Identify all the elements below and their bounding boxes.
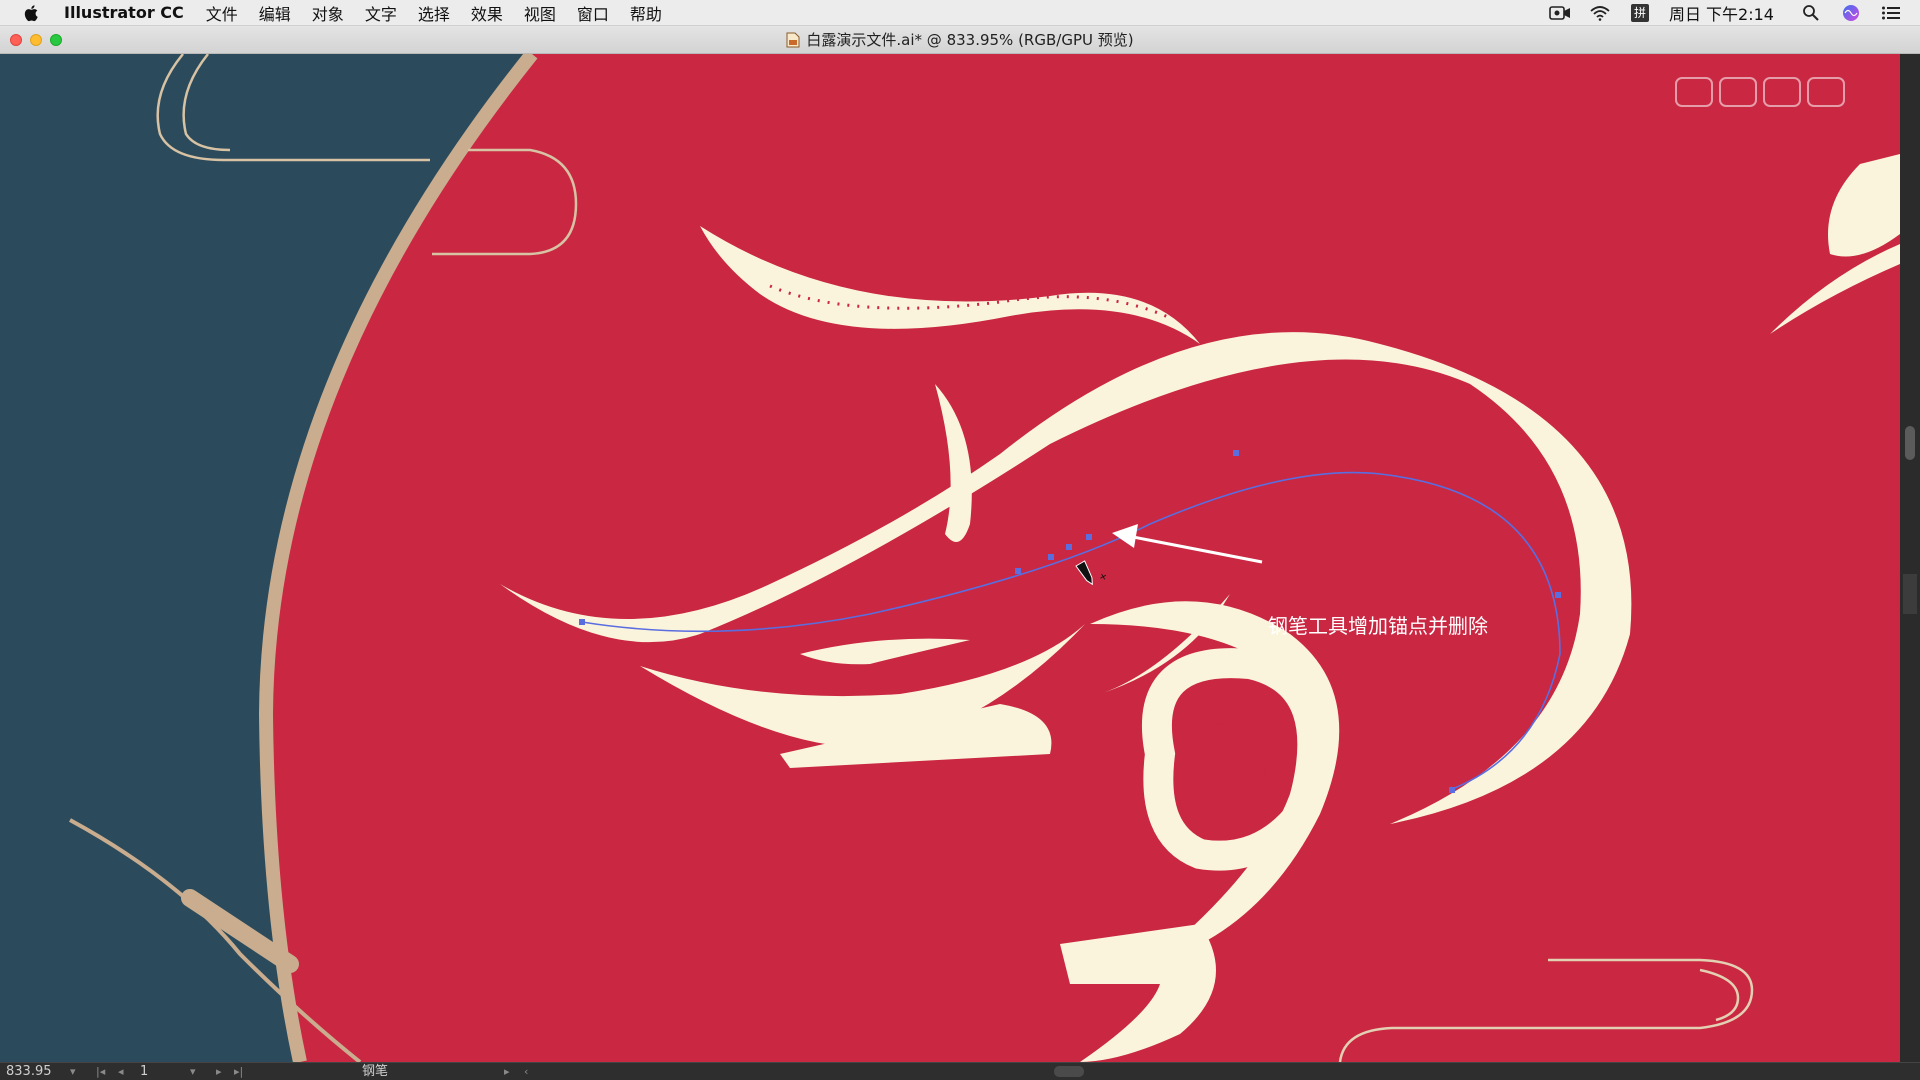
artwork: + (0, 54, 1900, 1062)
screen-record-icon[interactable] (1549, 4, 1571, 22)
annotation-label: 钢笔工具增加锚点并删除 (1268, 614, 1488, 638)
vertical-scrollbar-thumb[interactable] (1905, 426, 1915, 460)
artboard-canvas[interactable]: + 钢笔工具增加锚点并删除 (0, 54, 1900, 1062)
spotlight-search-icon[interactable] (1800, 4, 1822, 22)
first-artboard-icon[interactable]: |◂ (96, 1063, 105, 1080)
status-bar: 833.95 ▾ |◂ ◂ 1 ▾ ▸ ▸| 钢笔 ▸ ‹ (0, 1062, 1920, 1080)
artboard-dropdown-icon[interactable]: ▾ (190, 1063, 196, 1080)
menu-object[interactable]: 对象 (312, 1, 344, 25)
last-artboard-icon[interactable]: ▸| (234, 1063, 243, 1080)
menu-effect[interactable]: 效果 (471, 1, 503, 25)
menu-edit[interactable]: 编辑 (259, 1, 291, 25)
artboard-number-field[interactable]: 1 (140, 1063, 148, 1080)
zoom-level-field[interactable]: 833.95 (6, 1063, 52, 1080)
horizontal-scrollbar-thumb[interactable] (1054, 1066, 1084, 1077)
status-menus: 拼 周日 下午2:14 (1549, 0, 1920, 26)
app-name[interactable]: Illustrator CC (64, 3, 184, 22)
ai-document-icon (786, 32, 800, 48)
apple-icon[interactable] (22, 3, 42, 23)
status-menu-arrow-icon[interactable]: ▸ (504, 1063, 510, 1080)
menu-window[interactable]: 窗口 (577, 1, 609, 25)
menu-file[interactable]: 文件 (206, 1, 238, 25)
document-title: 白露演示文件.ai* @ 833.95% (RGB/GPU 预览) (0, 26, 1920, 54)
scroll-left-icon[interactable]: ‹ (524, 1063, 528, 1080)
wifi-icon[interactable] (1589, 4, 1611, 22)
watermark-logo (1675, 77, 1845, 107)
previous-artboard-icon[interactable]: ◂ (118, 1063, 124, 1080)
panel-collapse-handle[interactable] (1903, 574, 1917, 614)
notification-center-icon[interactable] (1880, 4, 1902, 22)
document-title-text: 白露演示文件.ai* @ 833.95% (RGB/GPU 预览) (806, 31, 1134, 49)
red-circle-shape (266, 54, 1900, 1062)
menu-type[interactable]: 文字 (365, 1, 397, 25)
input-method-label: 拼 (1630, 4, 1649, 22)
input-method-icon[interactable]: 拼 (1629, 4, 1651, 22)
menubar-clock[interactable]: 周日 下午2:14 (1669, 1, 1774, 25)
siri-icon[interactable] (1840, 4, 1862, 22)
menu-bar: Illustrator CC 文件 编辑 对象 文字 选择 效果 视图 窗口 帮… (0, 0, 1920, 26)
menu-view[interactable]: 视图 (524, 1, 556, 25)
zoom-dropdown-icon[interactable]: ▾ (70, 1063, 76, 1080)
menu-select[interactable]: 选择 (418, 1, 450, 25)
current-tool-label[interactable]: 钢笔 (362, 1063, 388, 1080)
next-artboard-icon[interactable]: ▸ (216, 1063, 222, 1080)
vertical-scrollbar[interactable] (1900, 54, 1920, 1062)
menu-help[interactable]: 帮助 (630, 1, 662, 25)
document-title-bar: 白露演示文件.ai* @ 833.95% (RGB/GPU 预览) (0, 26, 1920, 54)
